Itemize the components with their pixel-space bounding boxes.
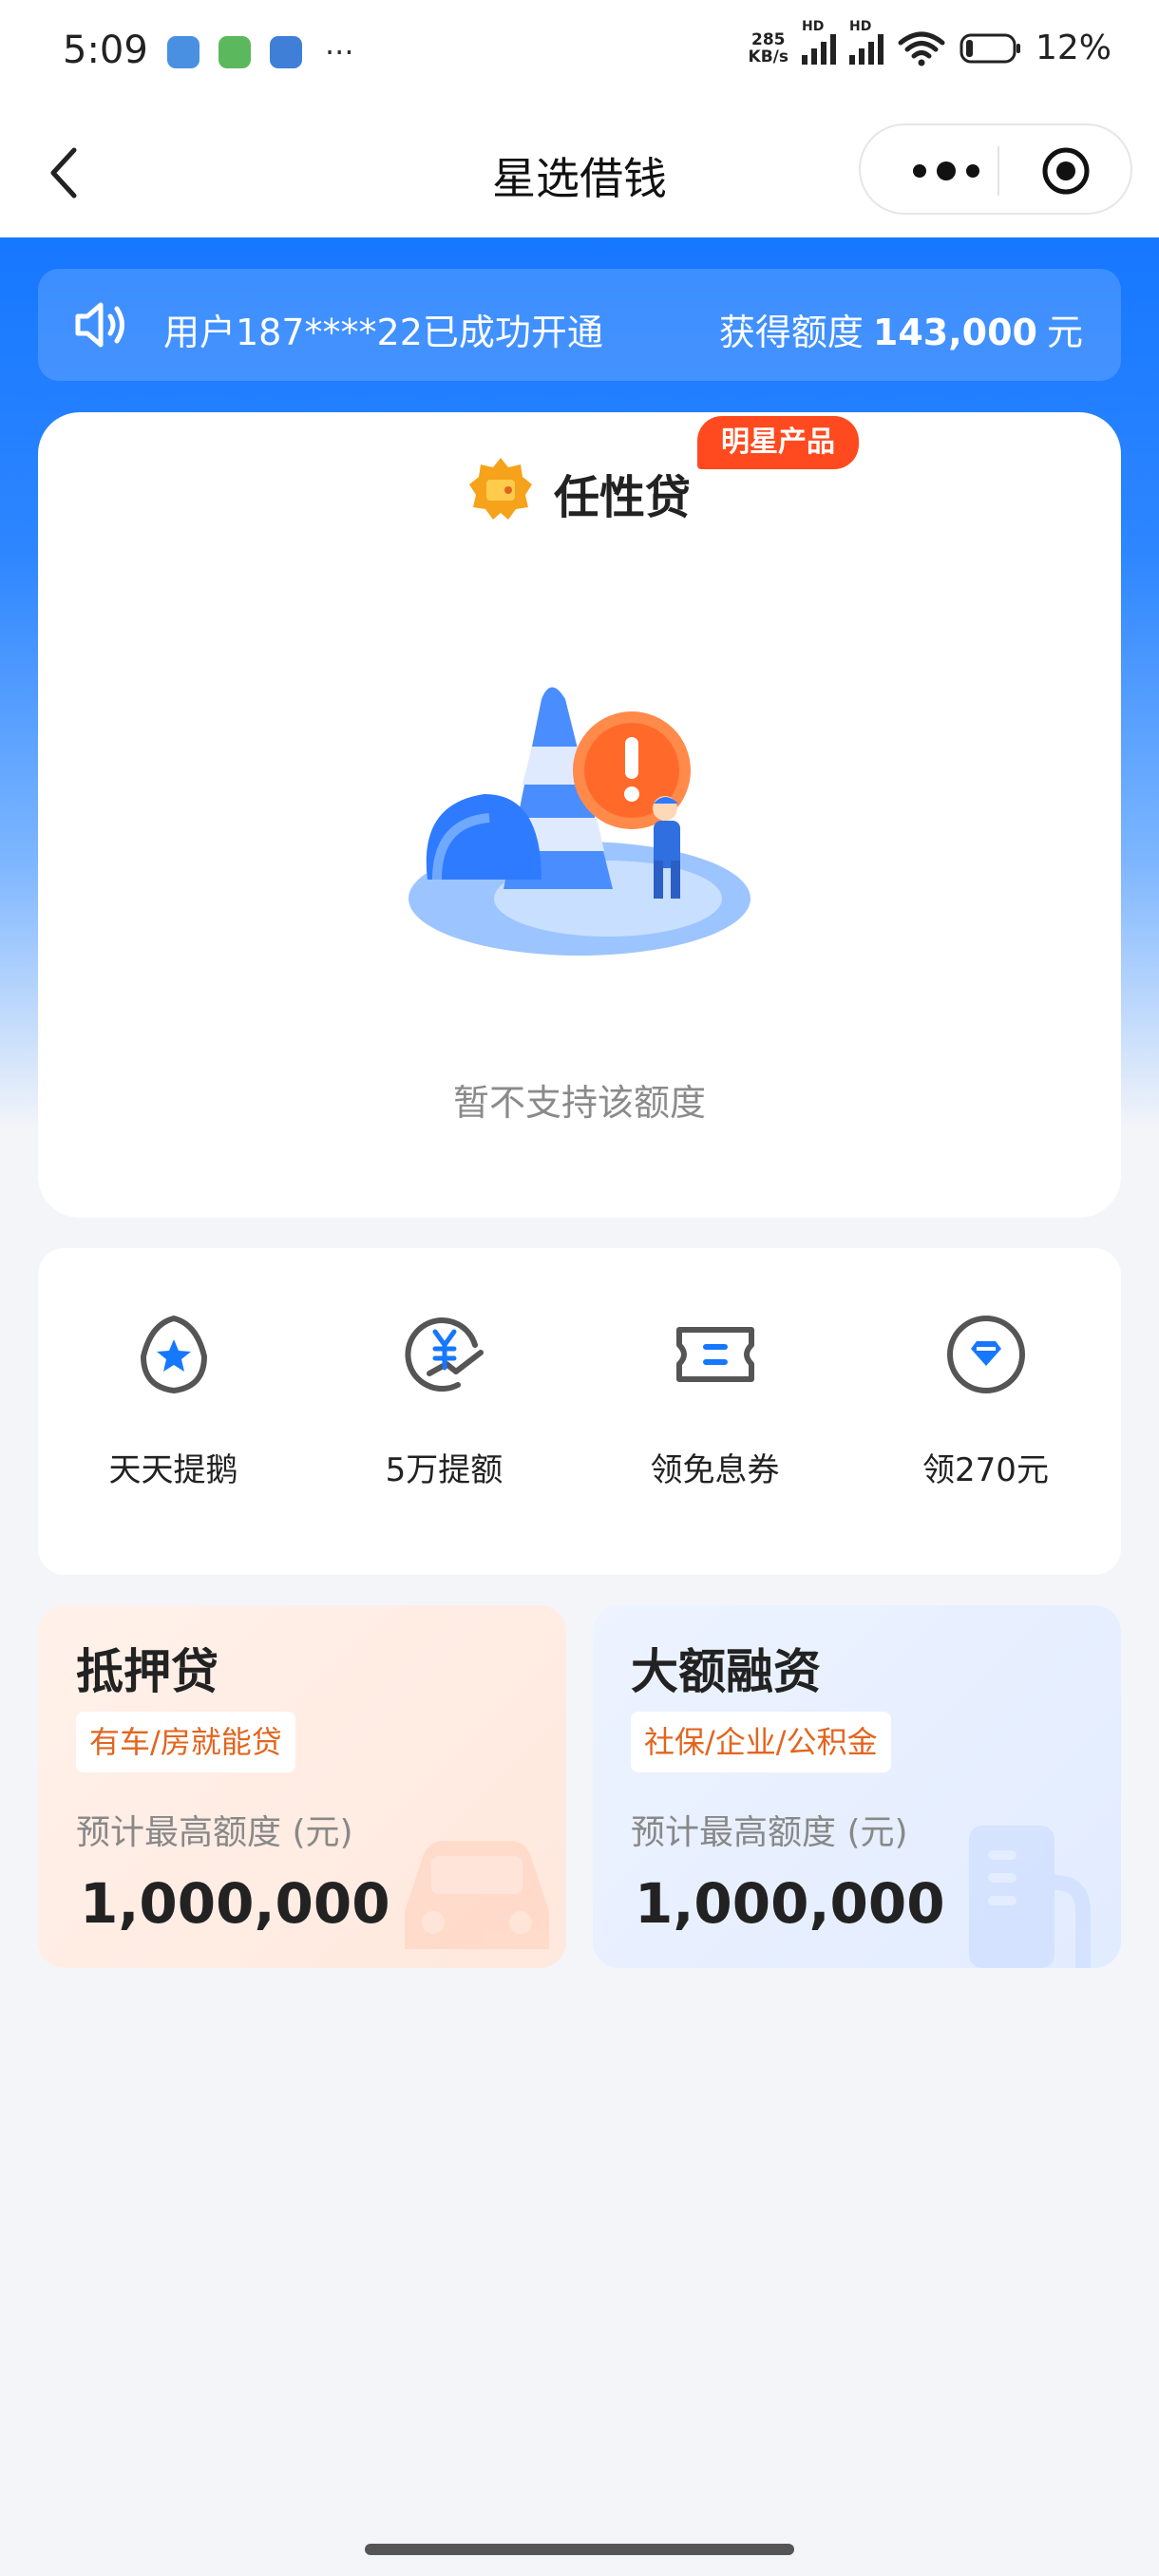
quick-action-label: 领270元	[922, 1451, 1049, 1489]
loan-subtitle: 预计最高额度 (元)	[76, 1813, 353, 1852]
capsule-divider	[998, 146, 999, 196]
loan-max-amount: 1,000,000	[635, 1871, 945, 1936]
more-notifications-icon: ···	[325, 34, 354, 70]
car-icon	[405, 1841, 549, 1949]
yuan-chart-icon	[404, 1317, 484, 1392]
speaker-icon	[75, 302, 124, 348]
loan-max-amount: 1,000,000	[80, 1871, 390, 1936]
status-time: 5:09	[63, 28, 148, 72]
status-bar: 5:09 ··· 285 KB/s HD HD 12%	[0, 0, 1159, 106]
battery-percent: 12%	[1035, 28, 1112, 67]
quick-action-label: 领免息券	[650, 1451, 780, 1489]
close-mini-program-icon[interactable]	[1041, 146, 1091, 196]
status-indicators: 285 KB/s HD HD 12%	[748, 19, 1112, 68]
loan-tag: 有车/房就能贷	[76, 1712, 295, 1772]
star-shield-icon	[140, 1315, 207, 1394]
battery-icon	[960, 33, 1020, 63]
loan-title: 抵押贷	[76, 1644, 218, 1699]
mortgage-loan-card[interactable]: 抵押贷 有车/房就能贷 预计最高额度 (元) 1,000,000	[38, 1605, 566, 1968]
more-menu-icon[interactable]	[899, 150, 994, 192]
quick-action-daily-goose[interactable]: 天天提鹅	[38, 1311, 309, 1490]
quick-action-claim-270[interactable]: 领270元	[850, 1311, 1121, 1490]
quick-action-interest-free-coupon[interactable]: 领免息券	[580, 1311, 850, 1490]
loan-subtitle: 预计最高额度 (元)	[631, 1813, 908, 1852]
home-indicator[interactable]	[365, 2544, 794, 2555]
play-app-icon	[218, 36, 251, 68]
building-icon	[969, 1826, 1091, 1968]
status-app-icons: ···	[167, 36, 354, 68]
coupon-icon	[675, 1327, 754, 1382]
announcement-bar: 用户187****22已成功开通 获得额度 143,000 元	[38, 269, 1121, 381]
star-product-badge: 明星产品	[697, 416, 859, 469]
search-app-icon	[167, 36, 200, 68]
quick-action-label: 5万提额	[385, 1451, 504, 1489]
product-name: 任性贷	[554, 471, 692, 524]
signal-1-icon: HD	[801, 19, 836, 65]
loan-tag: 社保/企业/公积金	[631, 1712, 891, 1772]
signal-2-icon: HD	[848, 19, 884, 65]
network-speed: 285 KB/s	[748, 29, 788, 66]
mini-program-capsule	[859, 123, 1132, 215]
nav-bar: 星选借钱	[0, 106, 1159, 237]
large-financing-card[interactable]: 大额融资 社保/企业/公积金 预计最高额度 (元) 1,000,000	[593, 1605, 1121, 1968]
browser-app-icon	[270, 36, 302, 68]
announcement-amount: 获得额度 143,000 元	[718, 312, 1083, 353]
empty-state-text: 暂不支持该额度	[452, 1082, 706, 1124]
wifi-icon	[898, 31, 945, 66]
diamond-icon	[946, 1316, 1025, 1393]
product-card: 任性贷 明星产品 暂不支持该额度	[38, 412, 1121, 1218]
loan-title: 大额融资	[631, 1644, 821, 1699]
quick-actions: 天天提鹅 5万提额 领免息券 领270元	[38, 1248, 1121, 1575]
announcement-text: 用户187****22已成功开通	[163, 312, 603, 353]
quick-action-label: 天天提鹅	[108, 1451, 238, 1489]
product-logo-icon	[469, 458, 532, 520]
quick-action-raise-limit[interactable]: 5万提额	[309, 1311, 580, 1490]
empty-state-illustration	[408, 687, 750, 956]
